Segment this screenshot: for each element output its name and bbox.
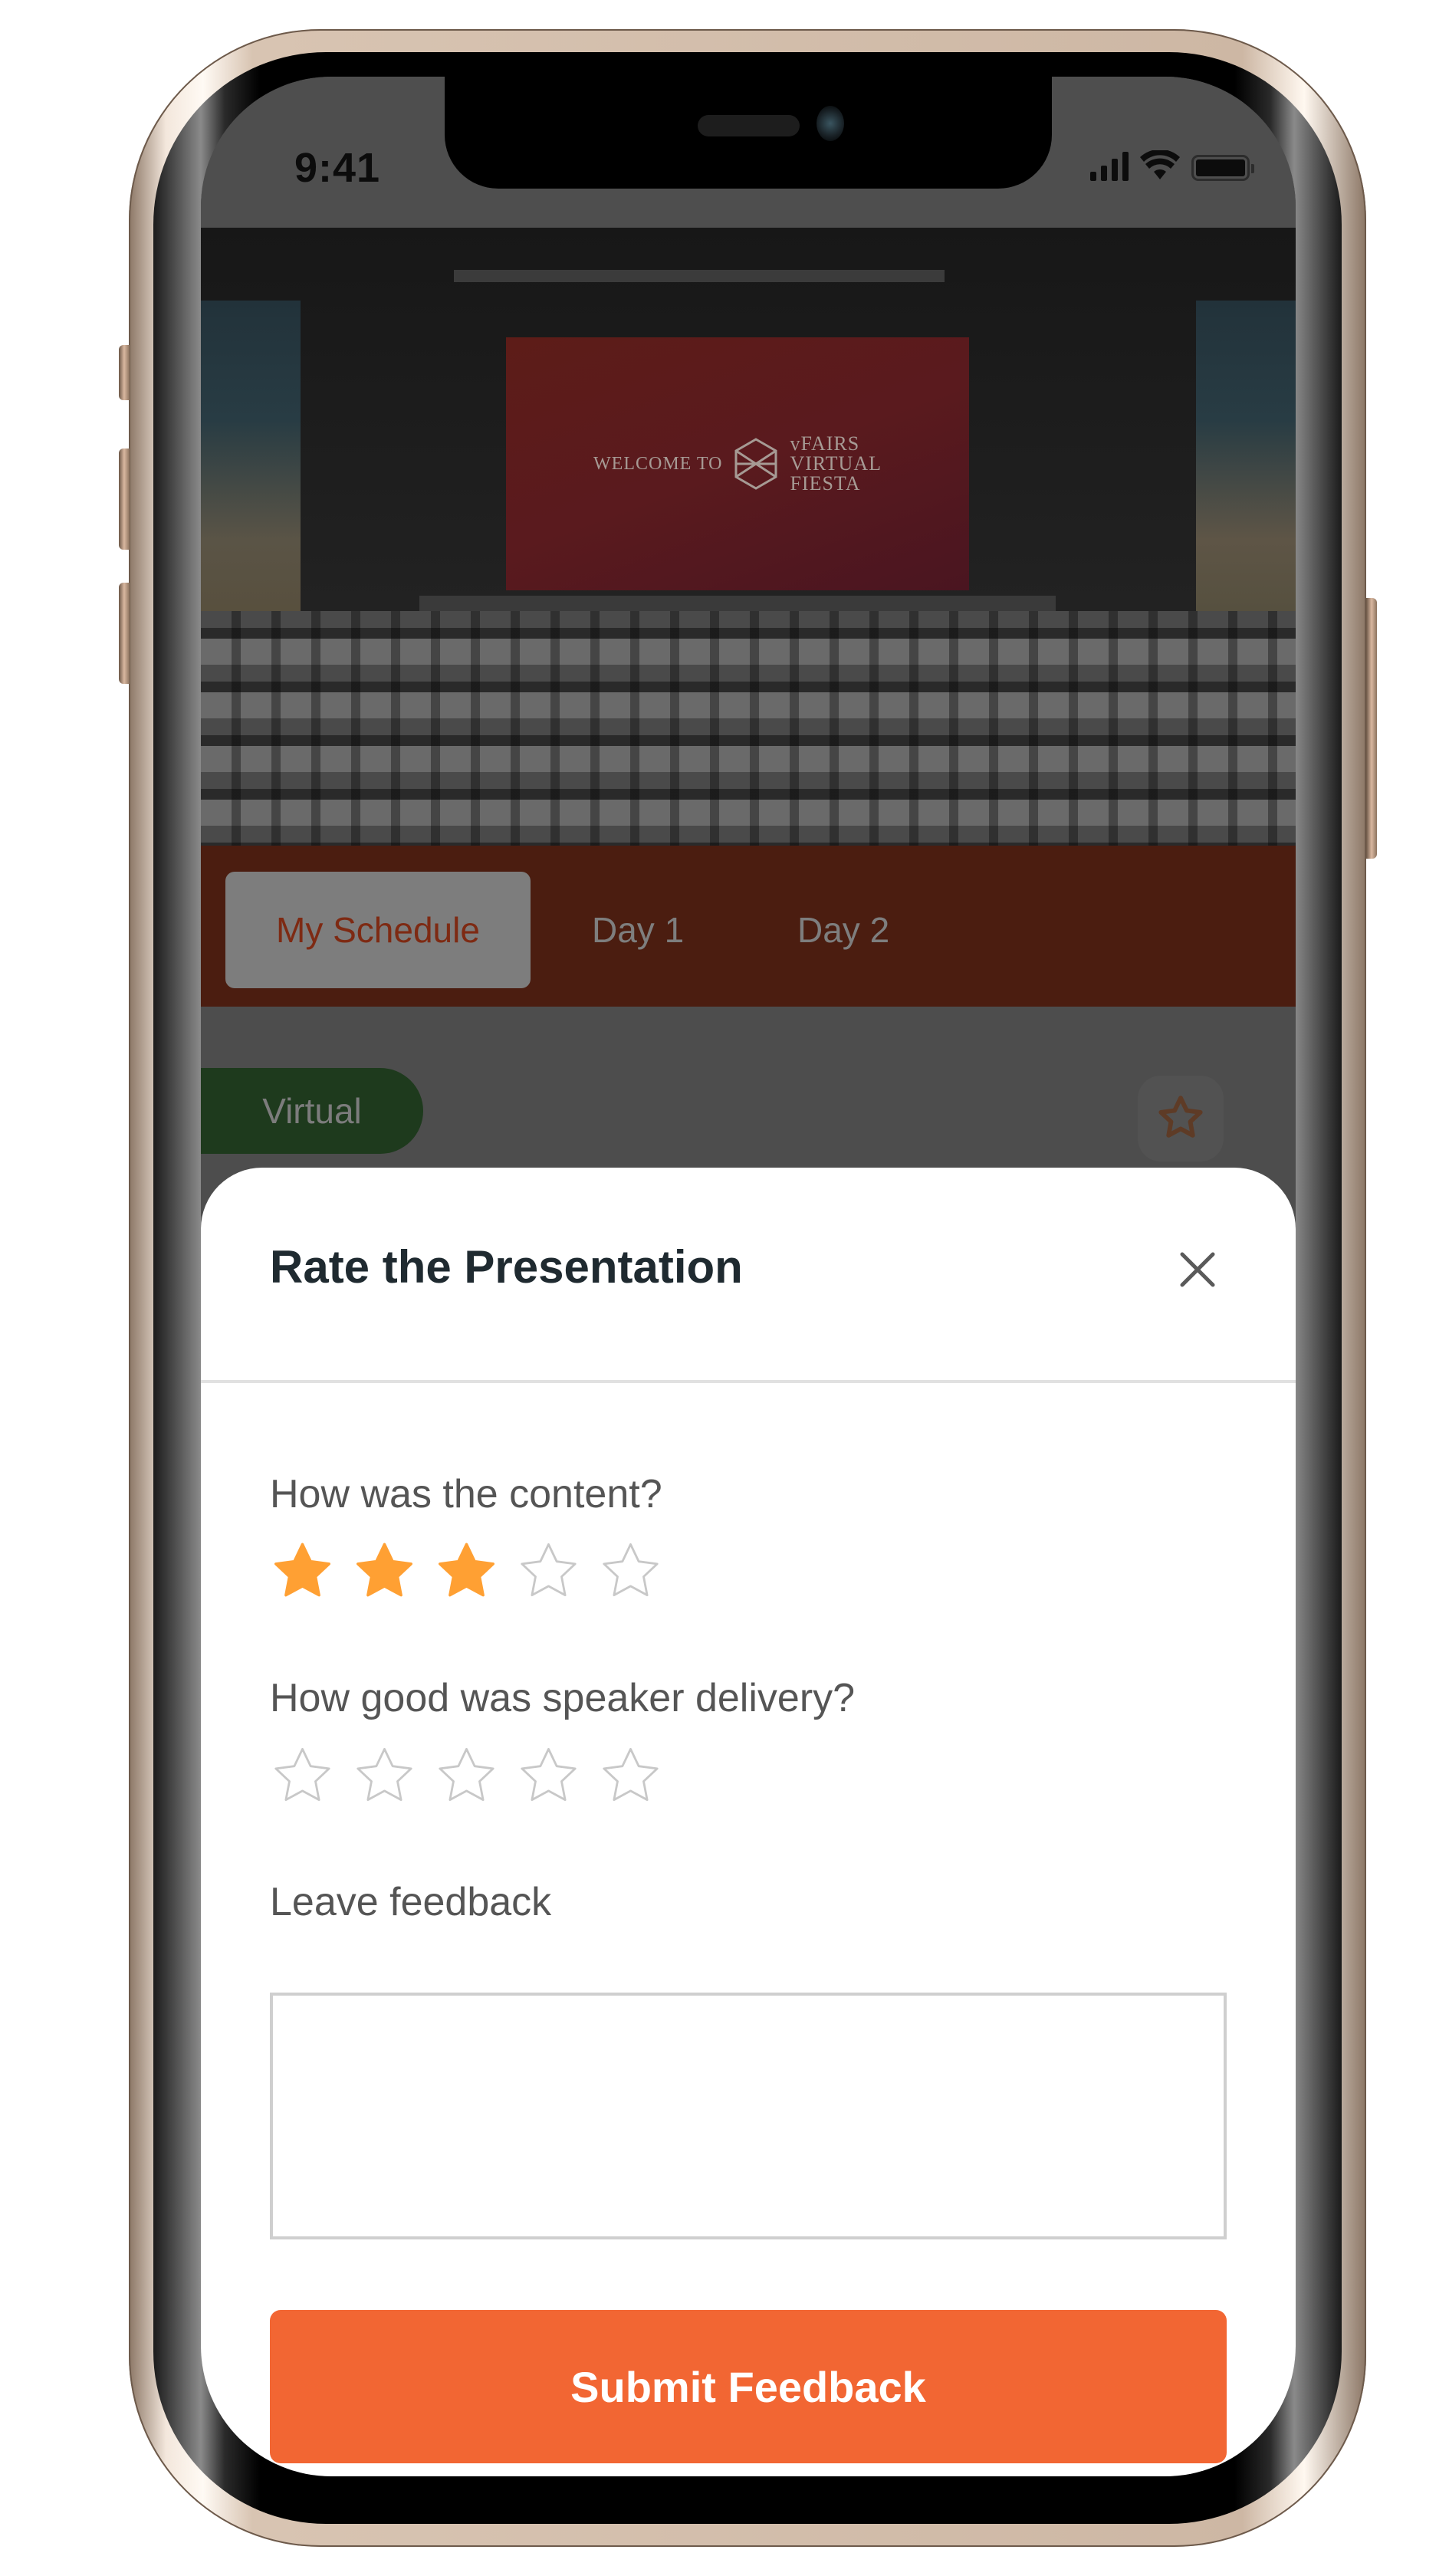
notch	[445, 77, 1052, 189]
star-filled-icon[interactable]	[352, 1539, 417, 1605]
battery-icon	[1191, 155, 1254, 181]
mute-switch	[119, 345, 130, 400]
speaker-grille	[698, 115, 800, 136]
tab-day-2[interactable]: Day 2	[797, 872, 889, 988]
volume-down-button	[119, 583, 130, 684]
welcome-text: WELCOME TO	[593, 453, 723, 474]
star-filled-icon[interactable]	[434, 1539, 499, 1605]
rate-presentation-modal: Rate the Presentation How was the conten…	[201, 1168, 1296, 2476]
event-name-line: vFAIRS	[790, 432, 860, 455]
event-name-line: FIESTA	[790, 472, 861, 495]
delivery-rating[interactable]	[270, 1744, 663, 1809]
close-button[interactable]	[1171, 1243, 1224, 1296]
star-empty-icon[interactable]	[352, 1744, 417, 1809]
phone-screen: 9:41 WELCOME TO vFAIRS VIRTUAL FIESTA My…	[201, 77, 1296, 2476]
star-empty-icon[interactable]	[598, 1539, 663, 1605]
cellular-signal-icon	[1090, 150, 1129, 181]
submit-feedback-button[interactable]: Submit Feedback	[270, 2310, 1227, 2463]
star-empty-icon[interactable]	[516, 1744, 581, 1809]
event-name-line: VIRTUAL	[790, 452, 882, 475]
schedule-tab-bar: My Schedule Day 1 Day 2	[201, 846, 1296, 1007]
star-empty-icon[interactable]	[270, 1744, 335, 1809]
favorite-button[interactable]	[1138, 1076, 1224, 1162]
close-icon	[1180, 1252, 1215, 1287]
question-delivery-label: How good was speaker delivery?	[270, 1676, 856, 1720]
modal-divider	[201, 1380, 1296, 1383]
auditorium-banner-image: WELCOME TO vFAIRS VIRTUAL FIESTA	[201, 228, 1296, 922]
volume-up-button	[119, 449, 130, 550]
star-empty-icon[interactable]	[598, 1744, 663, 1809]
status-time: 9:41	[294, 145, 381, 191]
star-outline-icon	[1158, 1096, 1203, 1138]
question-content-label: How was the content?	[270, 1472, 662, 1516]
feedback-textarea[interactable]	[270, 1993, 1227, 2239]
star-filled-icon[interactable]	[270, 1539, 335, 1605]
virtual-badge: Virtual	[201, 1068, 423, 1154]
status-bar: 9:41	[201, 77, 1296, 228]
star-empty-icon[interactable]	[434, 1744, 499, 1809]
status-icons	[1090, 150, 1254, 181]
stage-screen: WELCOME TO vFAIRS VIRTUAL FIESTA	[506, 337, 969, 590]
star-empty-icon[interactable]	[516, 1539, 581, 1605]
ceiling-truss	[454, 270, 945, 282]
hexagon-logo-icon	[734, 438, 777, 490]
modal-title: Rate the Presentation	[270, 1241, 743, 1293]
camera-icon	[816, 106, 844, 141]
tab-my-schedule[interactable]: My Schedule	[225, 872, 531, 988]
wifi-icon	[1140, 150, 1180, 179]
power-button	[1366, 598, 1377, 859]
tab-day-1[interactable]: Day 1	[592, 872, 684, 988]
event-name: vFAIRS VIRTUAL FIESTA	[790, 434, 882, 494]
content-rating[interactable]	[270, 1539, 663, 1605]
feedback-label: Leave feedback	[270, 1880, 552, 1924]
